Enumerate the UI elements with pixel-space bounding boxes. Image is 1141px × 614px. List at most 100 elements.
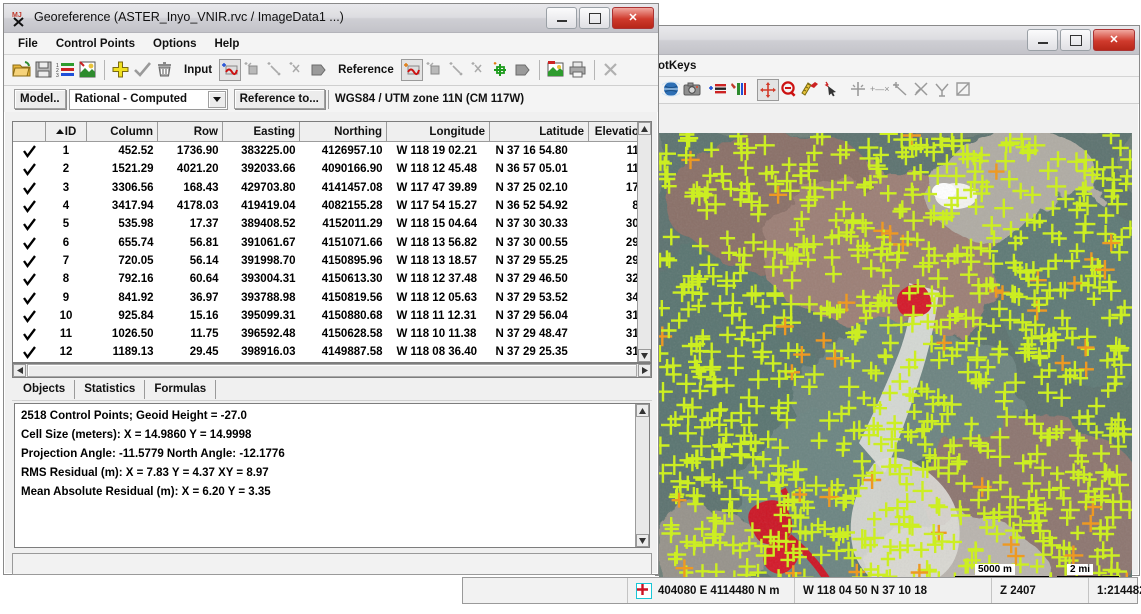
table-row[interactable]: 10 925.84 15.16 395099.31 4150880.68 W 118 11… <box>13 306 651 325</box>
ref-tag-icon[interactable] <box>513 60 533 80</box>
scroll-right-button[interactable] <box>638 364 651 377</box>
save-icon[interactable] <box>34 60 54 80</box>
row-checkbox[interactable] <box>13 196 46 216</box>
input-select-icon[interactable] <box>219 59 242 81</box>
georeference-toolbar[interactable]: 123 Input Reference <box>4 55 658 86</box>
ref-crosshair-icon[interactable] <box>491 60 511 80</box>
input-pin-icon[interactable] <box>243 60 263 80</box>
column-header-id[interactable]: ID <box>45 122 87 142</box>
minimize-button[interactable] <box>1027 29 1058 51</box>
select-point-icon[interactable] <box>822 80 842 100</box>
column-header-select[interactable] <box>13 122 46 142</box>
row-checkbox[interactable] <box>13 324 46 344</box>
scroll-up-button[interactable] <box>638 122 651 135</box>
table-row[interactable]: 6 655.74 56.81 391061.67 4151071.66 W 118 13 … <box>13 233 651 252</box>
raster-icon[interactable] <box>78 60 98 80</box>
georeference-window-controls[interactable]: ✕ <box>546 7 654 29</box>
table-vertical-scrollbar[interactable] <box>637 122 651 362</box>
reference-to-button[interactable]: Reference to... <box>233 89 325 109</box>
list-icon[interactable]: 123 <box>56 60 76 80</box>
model-row[interactable]: Model.. Rational - Computed Reference to… <box>4 86 658 112</box>
status-coordinates-geographic[interactable]: W 118 04 50 N 37 10 18 <box>795 578 992 603</box>
status-scale[interactable]: 1:214482 <box>1089 578 1141 603</box>
input-line-icon[interactable] <box>287 60 307 80</box>
open-folder-icon[interactable] <box>12 60 32 80</box>
georeference-window[interactable]: MJ Georeference (ASTER_Inyo_VNIR.rvc / I… <box>3 3 659 575</box>
maximize-button[interactable] <box>1060 29 1091 51</box>
column-header-row[interactable]: Row <box>157 122 223 142</box>
status-coordinates-meters[interactable]: 404080 E 4114480 N m <box>628 578 795 603</box>
camera-icon[interactable] <box>683 80 703 100</box>
tools-icon[interactable] <box>730 80 750 100</box>
row-checkbox[interactable] <box>13 251 46 271</box>
pan-icon[interactable] <box>757 79 779 101</box>
image-view-window[interactable]: ✕ otKeys +—× 5000 m 2 mi <box>655 25 1140 598</box>
row-checkbox[interactable] <box>13 215 46 234</box>
bottom-tabs[interactable]: Objects Statistics Formulas <box>14 380 217 399</box>
georeference-menubar[interactable]: File Control Points Options Help <box>4 33 658 55</box>
row-checkbox[interactable] <box>13 270 46 289</box>
image-window-titlebar[interactable]: ✕ <box>656 26 1139 55</box>
status-elevation[interactable]: Z 2407 <box>992 578 1089 603</box>
row-checkbox[interactable] <box>13 141 46 161</box>
table-row[interactable]: 4 3417.94 4178.03 419419.04 4082155.28 W 117 … <box>13 196 651 216</box>
scroll-left-button[interactable] <box>13 364 26 377</box>
table-row[interactable]: 2 1521.29 4021.20 392033.66 4090166.90 W 118 … <box>13 160 651 179</box>
map-layer-icon[interactable] <box>546 60 566 80</box>
hscroll-thumb[interactable] <box>27 364 637 377</box>
table-row[interactable]: 1 452.52 1736.90 383225.00 4126957.10 W 118 1… <box>13 141 651 161</box>
stat-scroll-down-button[interactable] <box>636 534 649 547</box>
zoom-out-icon[interactable] <box>780 80 800 100</box>
image-window-toolbar[interactable]: +—× <box>656 77 1139 104</box>
georeference-titlebar[interactable]: MJ Georeference (ASTER_Inyo_VNIR.rvc / I… <box>4 4 658 33</box>
tab-objects[interactable]: Objects <box>14 380 76 399</box>
input-tag-icon[interactable] <box>309 60 329 80</box>
menu-item-control-points[interactable]: Control Points <box>56 38 135 50</box>
scroll-down-button[interactable] <box>638 349 651 362</box>
menu-item-hotkeys[interactable]: otKeys <box>658 60 696 72</box>
globe-icon[interactable] <box>662 80 682 100</box>
stat-scroll-up-button[interactable] <box>636 404 649 417</box>
close-button[interactable]: ✕ <box>1093 29 1135 51</box>
model-combobox[interactable]: Rational - Computed <box>68 88 228 110</box>
tab-formulas[interactable]: Formulas <box>145 380 217 399</box>
column-header-column[interactable]: Column <box>86 122 158 142</box>
image-window-menubar[interactable]: otKeys <box>656 55 1139 77</box>
image-window-controls[interactable]: ✕ <box>1027 29 1135 51</box>
menu-item-options[interactable]: Options <box>153 38 196 50</box>
table-row[interactable]: 3 3306.56 168.43 429703.80 4141457.08 W 117 4… <box>13 178 651 197</box>
table-row[interactable]: 11 1026.50 11.75 396592.48 4150628.58 W 118 1… <box>13 324 651 344</box>
maximize-button[interactable] <box>579 7 610 29</box>
statistics-vertical-scrollbar[interactable] <box>635 404 649 547</box>
row-checkbox[interactable] <box>13 178 46 197</box>
row-checkbox[interactable] <box>13 306 46 325</box>
column-header-latitude[interactable]: Latitude <box>489 122 589 142</box>
add-layer-icon[interactable] <box>709 80 729 100</box>
satellite-image-canvas[interactable]: 5000 m 2 mi <box>659 133 1132 598</box>
tab-statistics[interactable]: Statistics <box>75 380 146 399</box>
chevron-down-icon[interactable] <box>207 90 226 108</box>
menu-item-file[interactable]: File <box>18 38 38 50</box>
status-bar[interactable]: 404080 E 4114480 N m W 118 04 50 N 37 10… <box>462 577 1141 604</box>
close-button[interactable]: ✕ <box>612 7 654 29</box>
table-row[interactable]: 5 535.98 17.37 389408.52 4152011.29 W 118 15 … <box>13 215 651 234</box>
column-header-northing[interactable]: Northing <box>299 122 387 142</box>
table-horizontal-scrollbar[interactable] <box>12 363 652 378</box>
control-points-table[interactable]: ID Column Row Easting Northing Longitude… <box>12 121 652 363</box>
table-row[interactable]: 9 841.92 36.97 393788.98 4150819.56 W 118 12 … <box>13 288 651 307</box>
statistics-panel[interactable]: 2518 Control Points; Geoid Height = -27.… <box>14 403 650 548</box>
ref-measure-icon[interactable] <box>447 60 467 80</box>
ref-line-icon[interactable] <box>469 60 489 80</box>
row-checkbox[interactable] <box>13 288 46 307</box>
delete-point-icon[interactable] <box>155 60 175 80</box>
column-header-easting[interactable]: Easting <box>222 122 300 142</box>
add-point-icon[interactable] <box>111 60 131 80</box>
accept-check-icon[interactable] <box>133 60 153 80</box>
menu-item-help[interactable]: Help <box>214 38 239 50</box>
model-button[interactable]: Model.. <box>14 89 66 109</box>
row-checkbox[interactable] <box>13 233 46 252</box>
table-row[interactable]: 8 792.16 60.64 393004.31 4150613.30 W 118 12 … <box>13 270 651 289</box>
column-header-longitude[interactable]: Longitude <box>386 122 490 142</box>
table-row[interactable]: 12 1189.13 29.45 398916.03 4149887.58 W 118 0… <box>13 343 651 362</box>
measure-icon[interactable] <box>801 80 821 100</box>
